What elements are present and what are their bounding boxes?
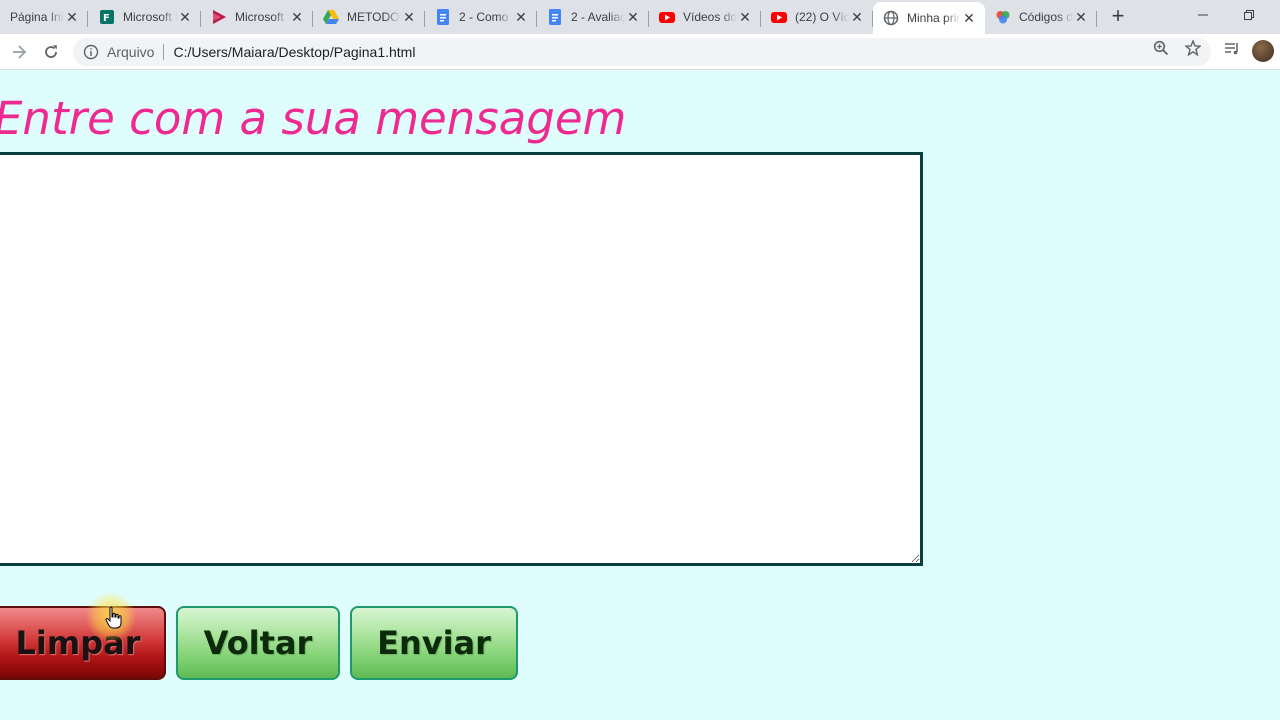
profile-avatar[interactable] [1252, 40, 1274, 62]
new-tab-button[interactable]: + [1106, 5, 1130, 29]
forward-button[interactable] [5, 38, 33, 66]
tab-title: (22) O Vídeo [795, 10, 849, 24]
tab-o-video[interactable]: (22) O Vídeo ✕ [761, 2, 873, 32]
info-icon[interactable] [83, 44, 99, 60]
zoom-icon[interactable] [1153, 40, 1169, 56]
globe-icon [883, 10, 899, 26]
address-bar[interactable]: Arquivo C:/Users/Maiara/Desktop/Pagina1.… [73, 38, 1211, 66]
tab-metodologia[interactable]: METODOLOGIA ✕ [313, 2, 425, 32]
tab-title: Microsoft Forms [123, 10, 177, 24]
message-textarea[interactable] [0, 152, 923, 566]
tab-microsoft-forms[interactable]: F Microsoft Forms ✕ [89, 2, 201, 32]
page-heading: Entre com a sua mensagem [0, 92, 627, 145]
minimize-button[interactable] [1180, 0, 1226, 30]
close-icon[interactable]: ✕ [401, 9, 417, 25]
tab-microsoft-stream[interactable]: Microsoft Stream ✕ [201, 2, 313, 32]
drive-icon [323, 9, 339, 25]
page-content: Entre com a sua mensagem Limpar Voltar E… [0, 70, 1280, 720]
tab-videos[interactable]: Vídeos do ✕ [649, 2, 761, 32]
close-icon[interactable]: ✕ [64, 9, 80, 25]
divider [163, 44, 165, 60]
media-queue-icon[interactable] [1224, 40, 1240, 56]
reload-icon [45, 45, 57, 58]
tab-title: Códigos de [1019, 10, 1073, 24]
tab-title: Vídeos do [683, 10, 737, 24]
bookmark-star-icon[interactable] [1185, 40, 1201, 56]
tab-title: Página Inicial [10, 10, 64, 24]
svg-text:F: F [103, 13, 110, 24]
reload-button[interactable] [37, 38, 65, 66]
close-icon[interactable]: ✕ [961, 10, 977, 26]
tab-title: 2 - Avaliação [571, 10, 625, 24]
tab-minha-primeira[interactable]: Minha primeira ✕ [873, 2, 985, 34]
youtube-icon [771, 9, 787, 25]
restore-button[interactable] [1226, 0, 1272, 30]
tab-title: METODOLOGIA [347, 10, 401, 24]
docs-icon [435, 9, 451, 25]
close-icon[interactable]: ✕ [289, 9, 305, 25]
site-scheme-label: Arquivo [107, 44, 155, 60]
back-button[interactable]: Voltar [176, 606, 340, 680]
youtube-icon [659, 9, 675, 25]
close-icon[interactable]: ✕ [513, 9, 529, 25]
close-icon[interactable]: ✕ [1073, 9, 1089, 25]
tab-codigos[interactable]: Códigos de ✕ [985, 2, 1097, 32]
tab-strip: Página Inicial ✕ F Microsoft Forms ✕ Mic… [0, 0, 1280, 34]
hand-cursor-icon [105, 606, 122, 629]
docs-icon [547, 9, 563, 25]
tab-title: 2 - Como [459, 10, 509, 24]
clear-button[interactable]: Limpar [0, 606, 166, 680]
minimize-icon [1198, 14, 1208, 16]
restore-icon [1244, 10, 1254, 20]
tab-2-como[interactable]: 2 - Como ✕ [425, 2, 537, 32]
close-icon[interactable]: ✕ [177, 9, 193, 25]
close-icon[interactable]: ✕ [625, 9, 641, 25]
tab-title: Minha primeira [907, 11, 961, 25]
stream-icon [211, 9, 227, 25]
browser-toolbar: Arquivo C:/Users/Maiara/Desktop/Pagina1.… [0, 34, 1280, 70]
send-button[interactable]: Enviar [350, 606, 518, 680]
tab-pagina-inicial[interactable]: Página Inicial ✕ [0, 2, 88, 32]
url-text[interactable]: C:/Users/Maiara/Desktop/Pagina1.html [173, 44, 415, 60]
close-icon[interactable]: ✕ [849, 9, 865, 25]
tab-2-avaliacao[interactable]: 2 - Avaliação ✕ [537, 2, 649, 32]
forms-icon: F [99, 9, 115, 25]
close-icon[interactable]: ✕ [737, 9, 753, 25]
color-wheel-icon [995, 9, 1011, 25]
tab-title: Microsoft Stream [235, 10, 289, 24]
forward-arrow-icon [13, 45, 27, 59]
